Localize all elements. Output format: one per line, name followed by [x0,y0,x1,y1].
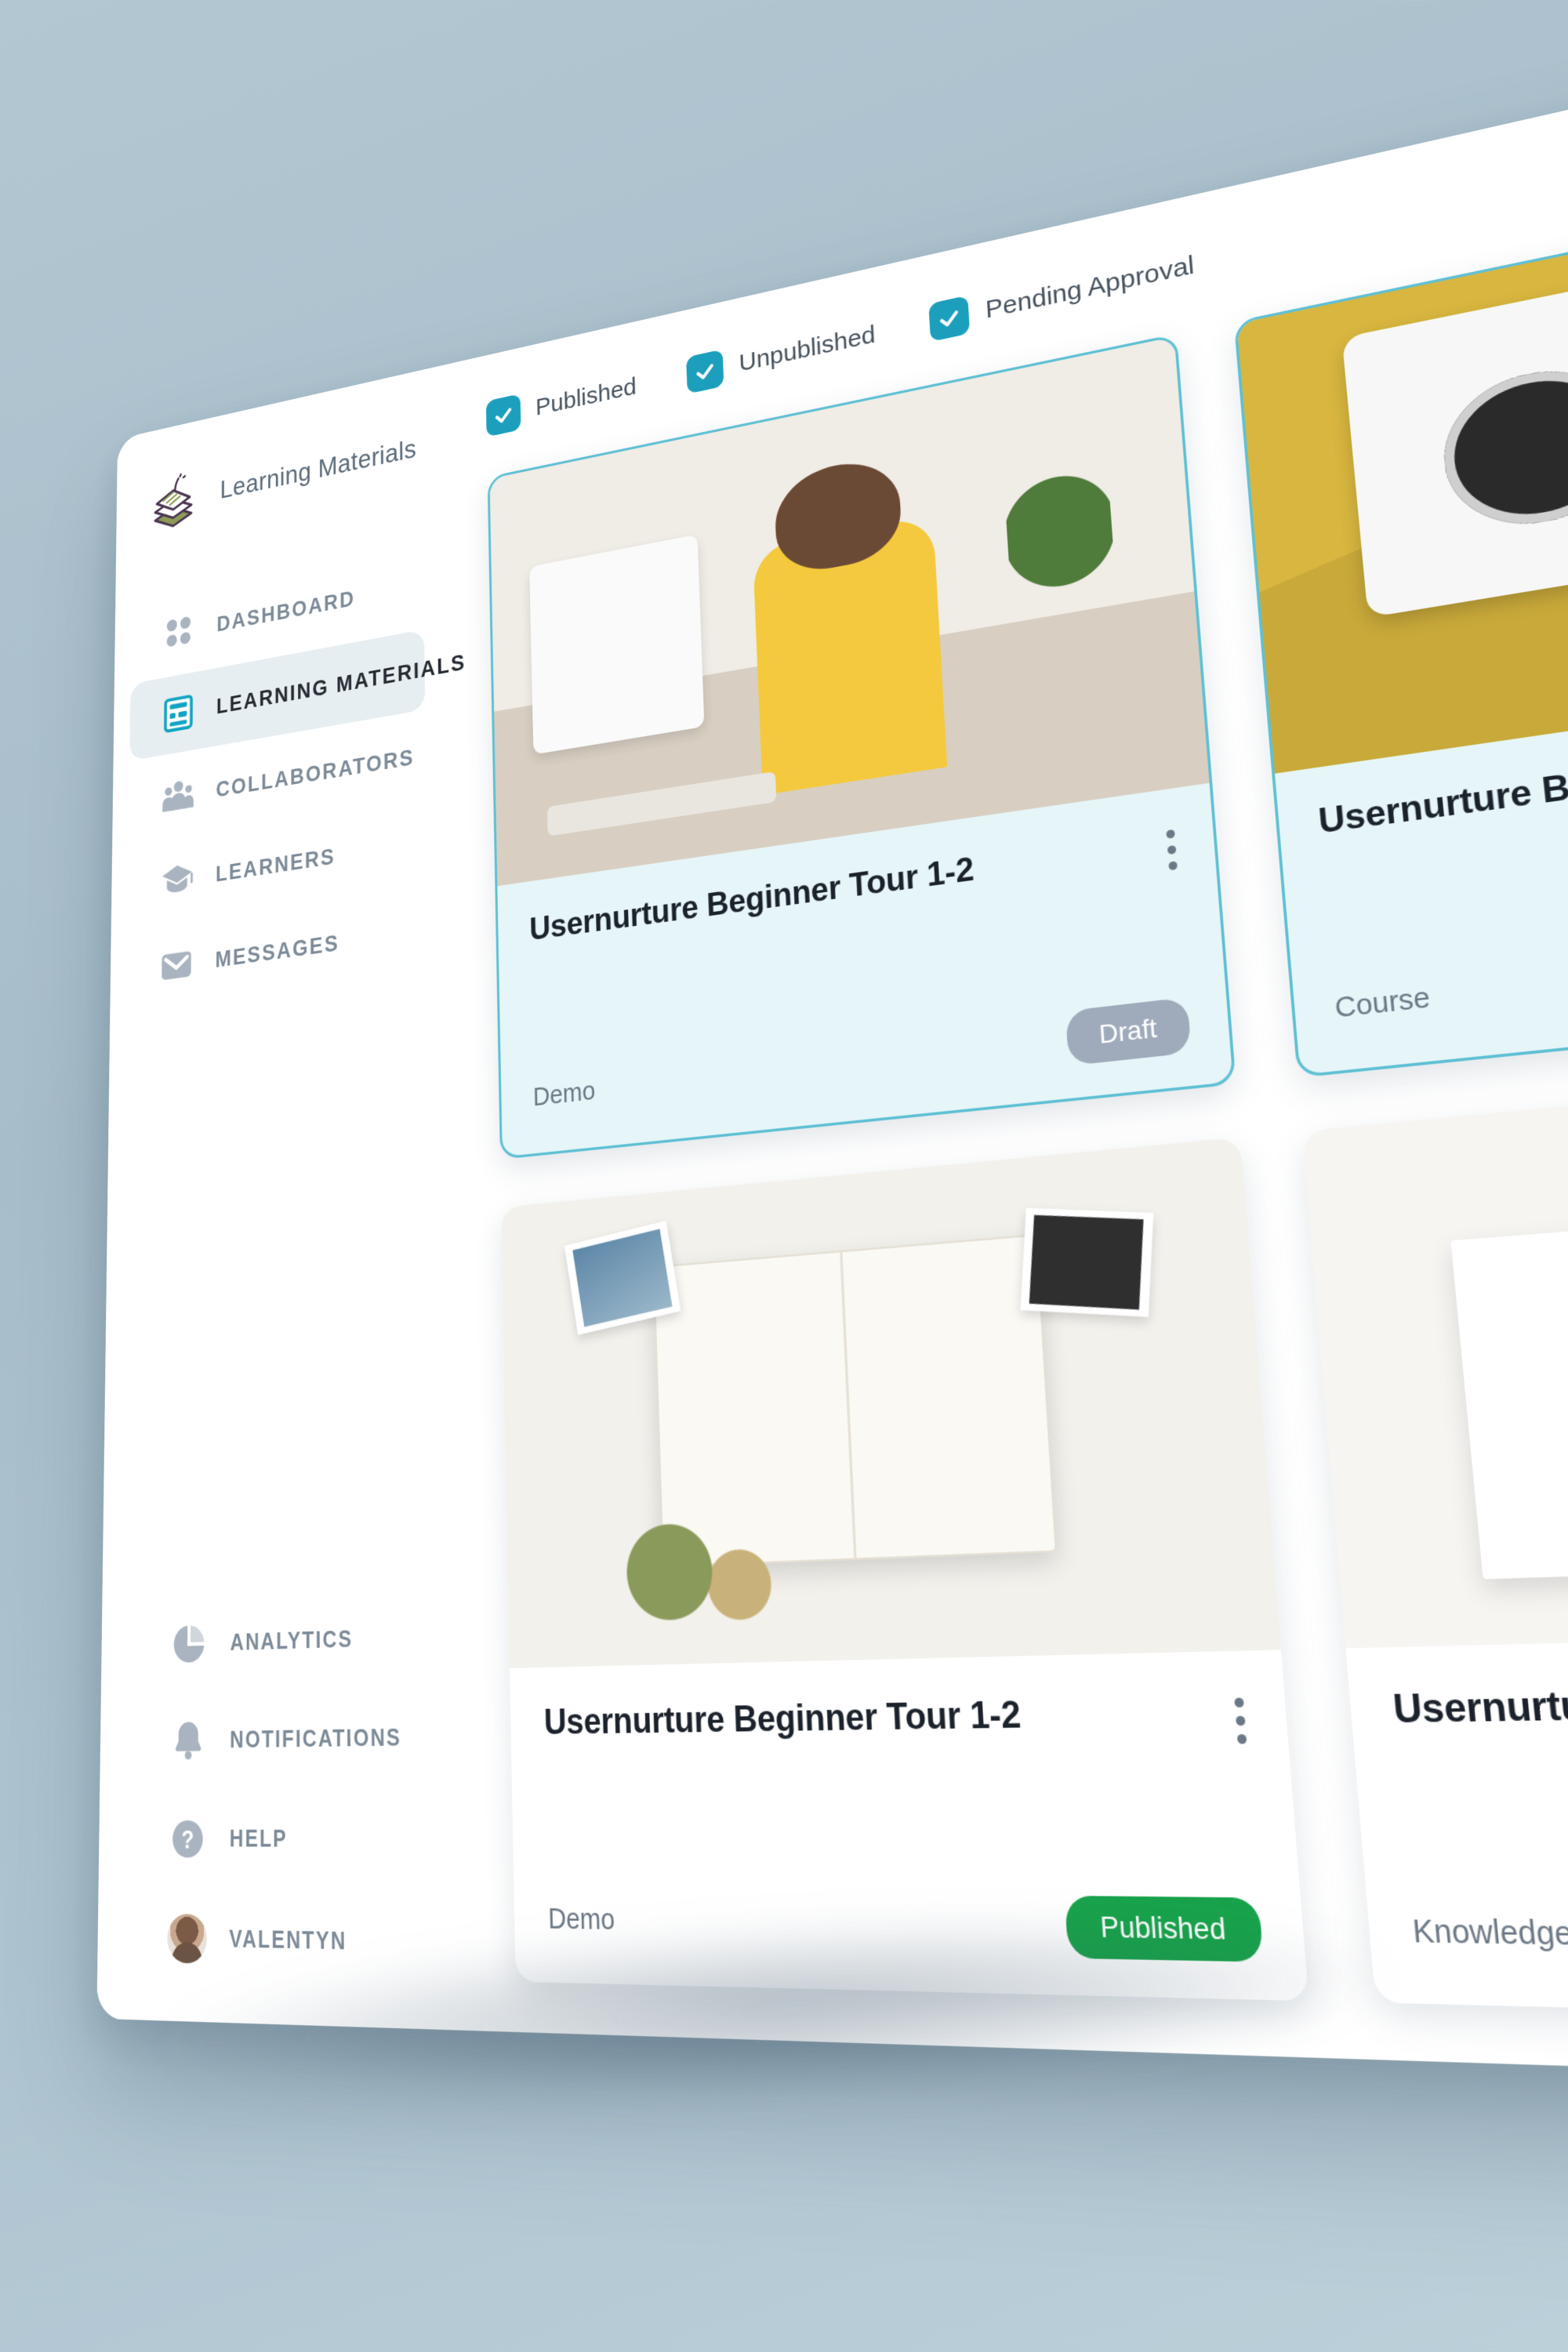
sidebar-item-label: VALENTYN [229,1926,347,1955]
scene-stage: Search Learning Materials [0,0,1568,2352]
card-category: Demo [547,1903,615,1936]
sidebar-item-label: DASHBOARD [216,586,356,637]
main-content: Published Unpublished Pending Approval U… [442,0,1568,2093]
bell-icon [169,1718,207,1764]
user-avatar [167,1913,208,1964]
page-title: Learning Materials [220,433,417,504]
sidebar-item-label: HELP [229,1825,288,1853]
sidebar: Learning Materials DASHBOARD LEARNING MA… [96,365,468,2031]
checkbox-checked-icon[interactable] [485,394,521,437]
card-menu-kebab-icon[interactable] [1166,822,1178,871]
card-thumbnail [1301,1041,1568,1649]
card-thumbnail [501,1137,1281,1668]
material-card[interactable]: Usernurture Beginner Tour 1-1 Knowledge … [1301,1041,1568,2028]
card-category: Course [1334,982,1432,1024]
card-category: Demo [532,1076,596,1112]
filter-label: Published [535,372,637,421]
status-badge: Published [1064,1895,1264,1962]
pie-chart-icon [170,1621,208,1668]
sidebar-item-label: ANALYTICS [230,1625,354,1656]
card-category: Knowledge Base [1411,1913,1568,1954]
graduation-cap-icon [159,858,194,903]
sidebar-item-help[interactable]: ? HELP [134,1809,441,1870]
people-group-icon [160,774,194,818]
material-card[interactable]: Usernurture Beginner Tour 1-2 Demo Publi… [501,1137,1309,2002]
envelope-icon [158,943,194,989]
sidebar-item-analytics[interactable]: ANALYTICS [136,1608,438,1674]
svg-text:?: ? [181,1826,194,1855]
sidebar-item-user-profile[interactable]: VALENTYN [133,1908,442,1973]
material-card[interactable]: Usernurture Beginner Tour 1-2 Demo Draft [487,333,1236,1160]
card-title: Usernurture Beginner Tour 1-1 [1391,1675,1568,1732]
card-menu-kebab-icon[interactable] [1233,1690,1247,1744]
grid-icon [162,610,196,655]
sidebar-item-label: LEARNING MATERIALS [216,649,466,719]
sidebar-item-label: NOTIFICATIONS [230,1724,402,1753]
sidebar-item-label: COLLABORATORS [216,744,415,802]
filter-published[interactable]: Published [485,368,637,437]
sidebar-item-label: LEARNERS [215,843,336,887]
filter-label: Pending Approval [984,251,1196,325]
card-title: Usernurture Beginner Tour 1-2 [543,1693,1022,1742]
primary-nav: DASHBOARD LEARNING MATERIALS COLLABORATO… [110,541,466,1015]
filter-unpublished[interactable]: Unpublished [685,316,877,394]
secondary-nav: ANALYTICS NOTIFICATIONS ? HELP VALENTYN [97,1607,466,1975]
question-circle-icon: ? [169,1816,207,1863]
checkbox-checked-icon[interactable] [927,295,970,343]
checkbox-checked-icon[interactable] [685,349,724,394]
sidebar-item-notifications[interactable]: NOTIFICATIONS [136,1708,440,1769]
document-card-icon [161,691,195,736]
stacked-books-logo-icon [147,466,200,535]
status-badge: Draft [1065,996,1192,1066]
sidebar-item-label: MESSAGES [215,930,339,972]
brand[interactable]: Learning Materials [116,402,445,551]
filter-label: Unpublished [738,321,877,377]
app-window: Learning Materials DASHBOARD LEARNING MA… [96,0,1568,2093]
